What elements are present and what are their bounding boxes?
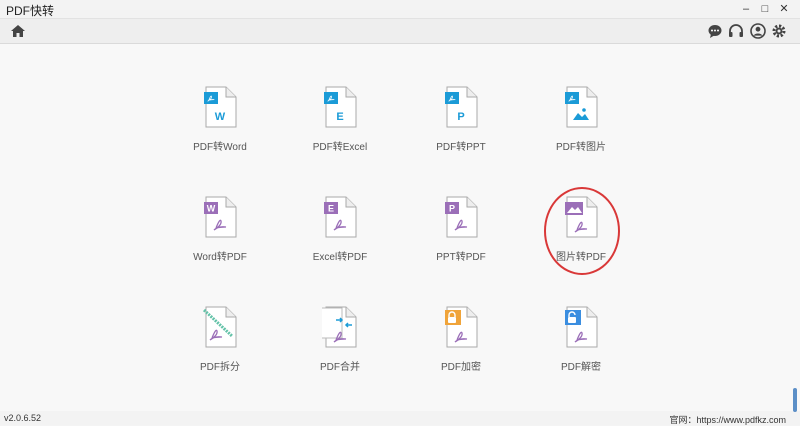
gear-icon[interactable]: [771, 23, 787, 39]
svg-text:P: P: [449, 204, 455, 214]
home-icon[interactable]: [10, 23, 26, 39]
tool-label: PDF解密: [561, 362, 601, 373]
version-label: v2.0.6.52: [4, 413, 42, 423]
status-bar: v2.0.6.52 官网：https://www.pdfkz.com: [0, 411, 800, 425]
toolbar: [0, 19, 800, 44]
tool-label: PDF转图片: [556, 142, 606, 153]
chat-icon[interactable]: [707, 23, 723, 39]
svg-text:E: E: [336, 111, 343, 123]
tool-pdf-to-image[interactable]: PDF转图片: [526, 86, 636, 160]
tool-pdf-split[interactable]: PDF拆分: [165, 306, 275, 380]
tool-pdf-to-ppt[interactable]: P PDF转PPT: [406, 86, 516, 160]
tool-label: Word转PDF: [193, 252, 247, 263]
title-bar: PDF快转 – □ ✕: [0, 0, 800, 19]
tool-label: PDF拆分: [200, 362, 240, 373]
minimize-button[interactable]: –: [738, 1, 754, 17]
svg-text:P: P: [457, 111, 464, 123]
highlight-circle: [544, 187, 620, 275]
app-title: PDF快转: [6, 4, 55, 18]
user-icon[interactable]: [750, 23, 766, 39]
tool-label: PDF转Word: [193, 142, 247, 153]
maximize-button[interactable]: □: [757, 1, 773, 17]
tool-pdf-encrypt[interactable]: PDF加密: [406, 306, 516, 380]
tool-grid: W PDF转Word E PDF转Excel P PDF转PPT PDF转图片 W Word转P…: [0, 44, 800, 411]
tool-ppt-to-pdf[interactable]: P PPT转PDF: [406, 196, 516, 270]
tool-pdf-to-excel[interactable]: E PDF转Excel: [285, 86, 395, 160]
tool-label: PDF转PPT: [436, 142, 486, 153]
tool-label: PDF合并: [320, 362, 360, 373]
headset-icon[interactable]: [728, 23, 744, 39]
tool-label: PDF转Excel: [312, 142, 368, 153]
svg-text:W: W: [207, 204, 216, 214]
close-button[interactable]: ✕: [776, 1, 792, 17]
tool-pdf-decrypt[interactable]: PDF解密: [526, 306, 636, 380]
tool-label: Excel转PDF: [312, 252, 368, 263]
tool-pdf-to-word[interactable]: W PDF转Word: [165, 86, 275, 160]
tool-label: PDF加密: [441, 362, 481, 373]
tool-excel-to-pdf[interactable]: E Excel转PDF: [285, 196, 395, 270]
tool-pdf-merge[interactable]: PDF合并: [285, 306, 395, 380]
svg-text:E: E: [328, 204, 334, 214]
svg-text:W: W: [215, 111, 226, 123]
tool-word-to-pdf[interactable]: W Word转PDF: [165, 196, 275, 270]
website-link[interactable]: 官网：https://www.pdfkz.com: [669, 413, 786, 426]
scrollbar-thumb[interactable]: [793, 388, 797, 412]
tool-label: PPT转PDF: [436, 252, 486, 263]
